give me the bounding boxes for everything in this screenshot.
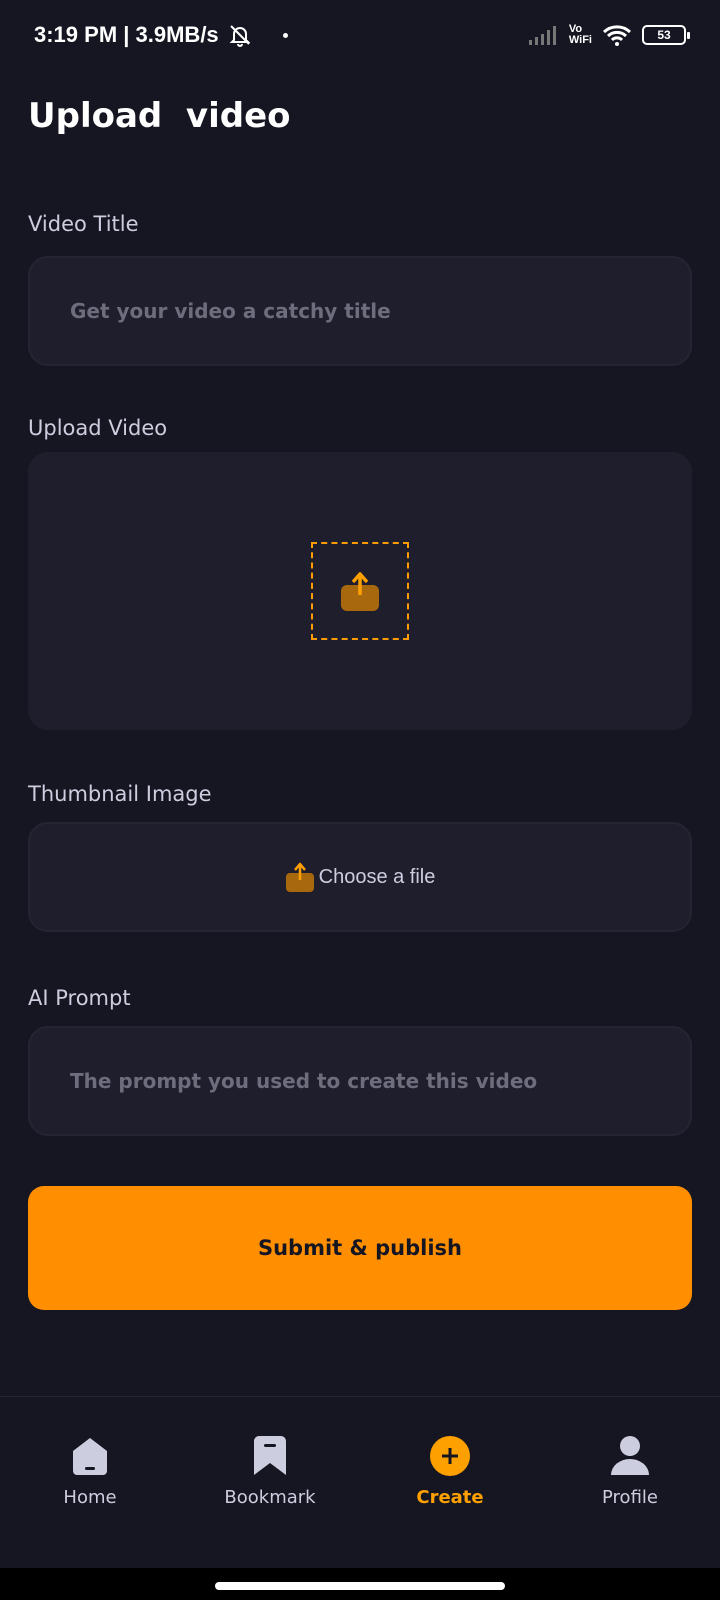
ai-prompt-field[interactable] [28, 1026, 692, 1136]
status-left: 3:19 PM | 3.9MB/s [34, 22, 288, 48]
tab-profile[interactable]: Profile [550, 1435, 710, 1508]
profile-icon [611, 1436, 649, 1475]
thumbnail-label: Thumbnail Image [28, 782, 212, 806]
home-icon [73, 1438, 107, 1475]
upload-icon [341, 572, 379, 611]
upload-video-label: Upload Video [28, 416, 168, 440]
choose-file-text: Choose a file [318, 865, 436, 888]
bottom-tab-bar: Home Bookmark Create Profile [0, 1396, 720, 1568]
page-title: Upload video [28, 96, 291, 136]
home-indicator[interactable] [215, 1582, 505, 1590]
upload-icon [285, 862, 314, 892]
submit-publish-button[interactable]: Submit & publish [28, 1186, 692, 1310]
wifi-icon [602, 25, 632, 46]
tab-create[interactable]: Create [370, 1435, 530, 1508]
battery-icon: 53 [642, 25, 690, 45]
status-time-speed: 3:19 PM | 3.9MB/s [34, 22, 219, 47]
wifi-text: WiFi [568, 34, 592, 46]
tab-create-label: Create [416, 1487, 484, 1508]
upload-dash-box[interactable] [311, 542, 409, 640]
tab-bookmark-label: Bookmark [224, 1487, 316, 1508]
bookmark-icon [254, 1436, 286, 1475]
ai-prompt-label: AI Prompt [28, 986, 131, 1010]
tab-home-label: Home [63, 1487, 117, 1508]
video-title-field[interactable] [28, 256, 692, 366]
mute-bell-icon [229, 25, 251, 47]
video-title-label: Video Title [28, 212, 139, 236]
battery-level: 53 [657, 28, 671, 42]
vowifi-indicator: Vo WiFi [569, 24, 592, 46]
ai-prompt-input[interactable] [68, 1068, 652, 1094]
tab-profile-label: Profile [602, 1487, 658, 1508]
upload-video-dropzone[interactable] [28, 452, 692, 730]
status-right: Vo WiFi 53 [528, 23, 690, 47]
notification-dot-icon [282, 32, 288, 38]
video-title-input[interactable] [68, 298, 652, 324]
thumbnail-picker[interactable]: Choose a file [28, 822, 692, 932]
status-bar: 3:19 PM | 3.9MB/s Vo WiFi 53 [0, 0, 720, 70]
tab-home[interactable]: Home [10, 1435, 170, 1508]
signal-icon [528, 26, 556, 45]
tab-bookmark[interactable]: Bookmark [190, 1435, 350, 1508]
plus-icon [430, 1436, 470, 1476]
